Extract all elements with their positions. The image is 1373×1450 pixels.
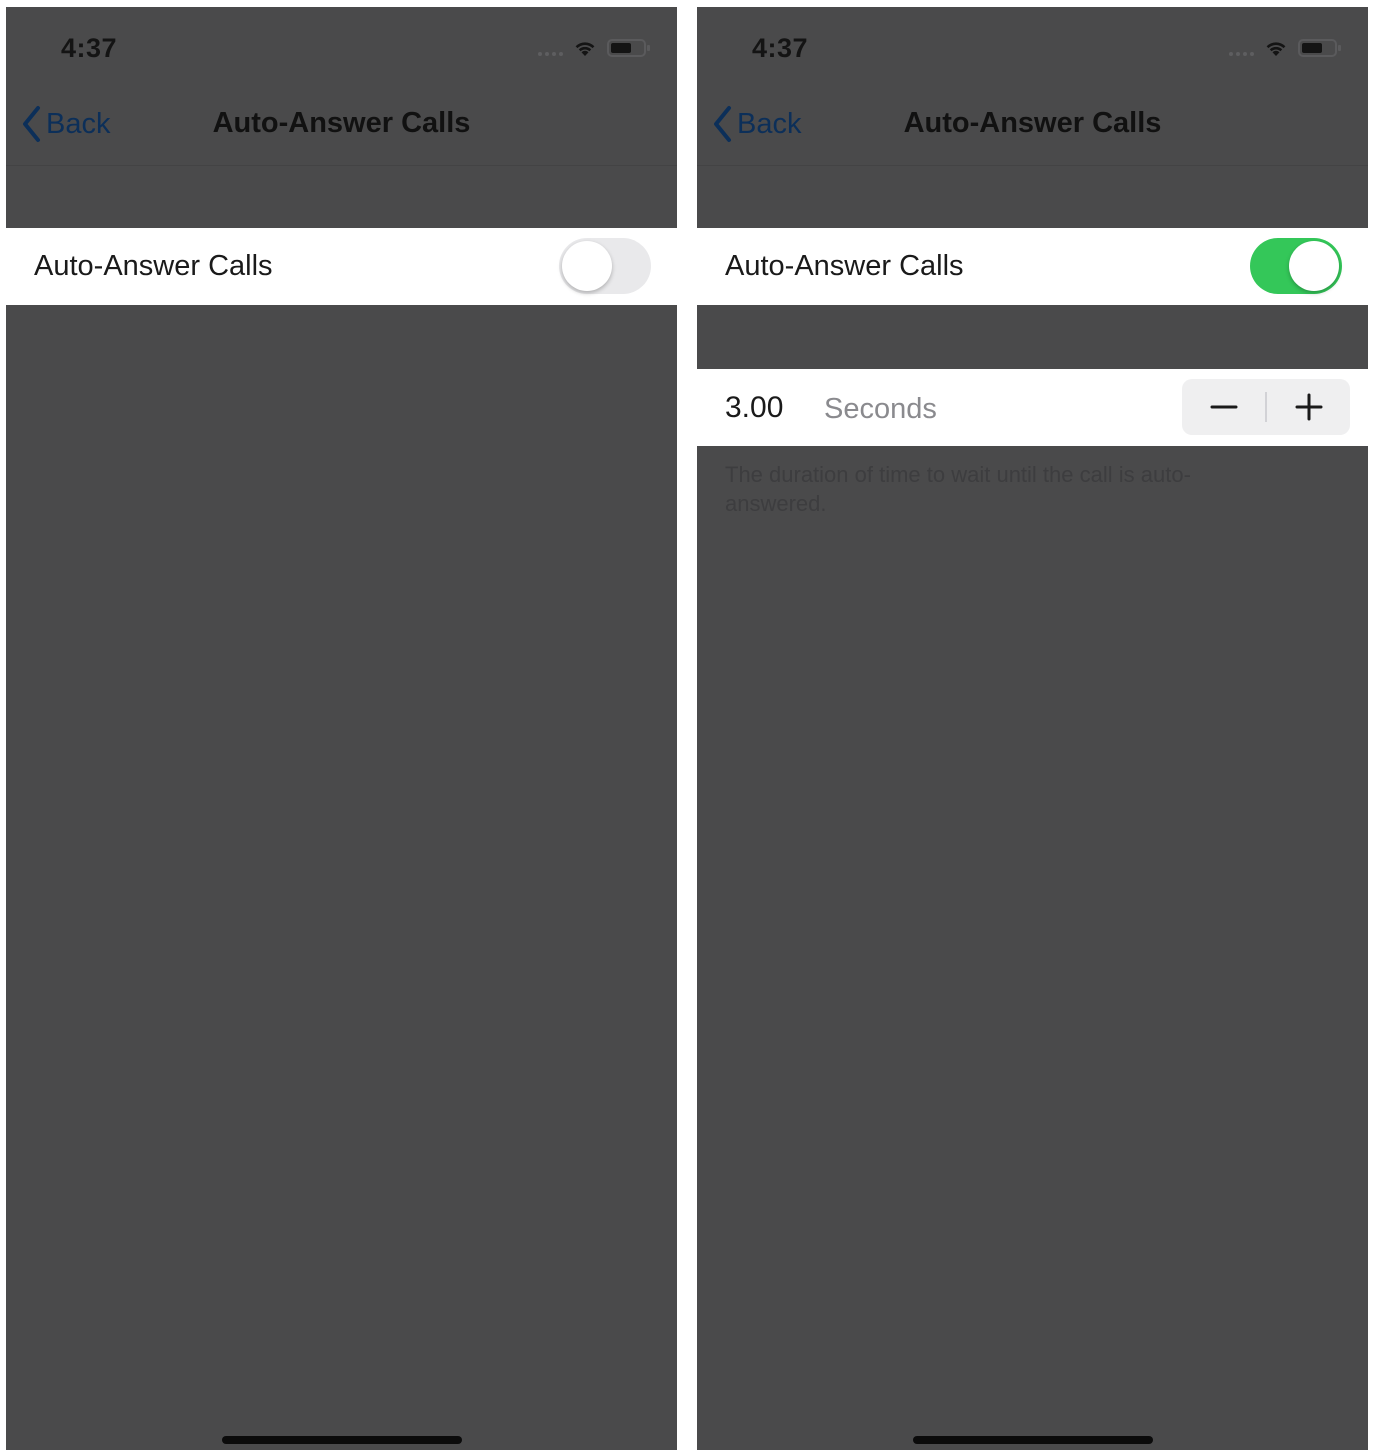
chevron-left-icon: [714, 106, 731, 142]
toggle-knob: [562, 241, 612, 291]
decrement-button[interactable]: [1182, 379, 1265, 435]
cellular-signal-icon: [538, 52, 563, 56]
navigation-bar: Auto-Answer Calls Back: [6, 87, 677, 166]
auto-answer-toggle[interactable]: [1250, 238, 1342, 294]
toggle-knob: [1289, 241, 1339, 291]
phone-screen-left: 4:37 Auto-Answer Calls Back Auto-Answer …: [6, 7, 677, 1450]
status-time: 4:37: [752, 33, 809, 63]
duration-row: 3.00 Seconds: [697, 369, 1368, 446]
back-label: Back: [46, 107, 111, 140]
status-time: 4:37: [61, 33, 118, 63]
back-label: Back: [737, 107, 802, 140]
duration-footer-note: The duration of time to wait until the c…: [725, 462, 1191, 516]
battery-icon: [1298, 39, 1341, 57]
increment-button[interactable]: [1267, 379, 1350, 435]
home-indicator: [912, 1436, 1153, 1444]
back-button[interactable]: Back: [20, 105, 110, 143]
back-button[interactable]: Back: [711, 105, 801, 143]
plus-icon: [1295, 393, 1322, 421]
status-icons: [1229, 37, 1342, 59]
wifi-icon: [1266, 42, 1286, 56]
status-bar: 4:37: [6, 7, 677, 87]
auto-answer-label: Auto-Answer Calls: [34, 250, 273, 282]
status-icons: [538, 37, 651, 59]
status-bar: 4:37: [697, 7, 1368, 87]
navigation-bar: Auto-Answer Calls Back: [697, 87, 1368, 166]
wifi-icon: [575, 42, 595, 56]
duration-stepper: [1182, 379, 1350, 435]
chevron-left-icon: [23, 106, 40, 142]
auto-answer-row: Auto-Answer Calls: [6, 228, 677, 305]
auto-answer-label: Auto-Answer Calls: [725, 250, 964, 282]
minus-icon: [1210, 405, 1237, 409]
auto-answer-row: Auto-Answer Calls: [697, 228, 1368, 305]
auto-answer-toggle[interactable]: [559, 238, 651, 294]
phone-screen-right: 4:37 Auto-Answer Calls Back Auto-Answer …: [697, 7, 1368, 1450]
battery-icon: [607, 39, 650, 57]
duration-unit: Seconds: [824, 393, 937, 425]
cellular-signal-icon: [1229, 52, 1254, 56]
duration-value: 3.00: [725, 391, 784, 424]
home-indicator: [221, 1436, 462, 1444]
